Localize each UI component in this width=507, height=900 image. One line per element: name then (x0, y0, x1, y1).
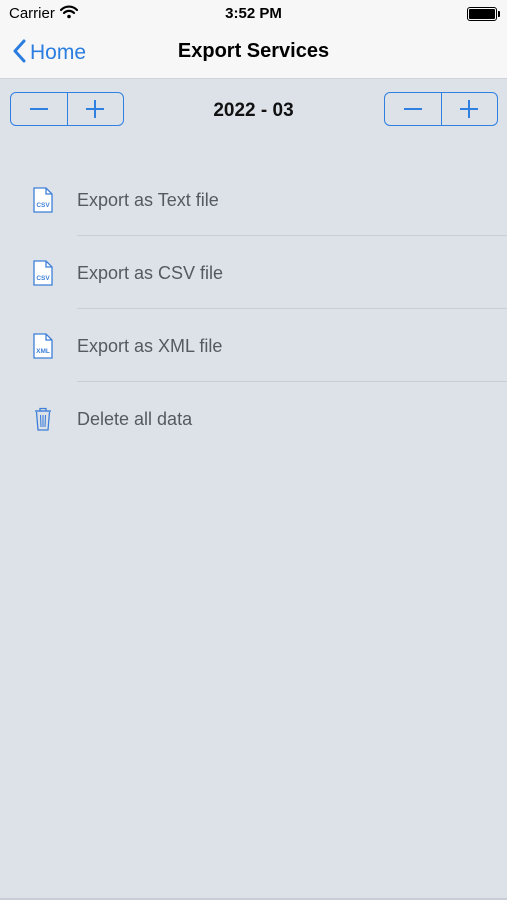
trash-icon (32, 406, 54, 432)
back-button[interactable]: Home (12, 38, 86, 68)
export-xml-item[interactable]: XML Export as XML file (0, 309, 507, 382)
export-csv-item[interactable]: CSV Export as CSV file (0, 236, 507, 309)
csv-file-icon: CSV (32, 260, 54, 286)
export-text-label: Export as Text file (77, 190, 219, 210)
svg-text:CSV: CSV (36, 275, 50, 282)
left-increment-button[interactable] (66, 93, 124, 125)
battery-icon (467, 7, 500, 21)
chevron-left-icon (12, 39, 26, 68)
xml-file-icon: XML (32, 333, 54, 359)
svg-text:XML: XML (36, 348, 50, 355)
plus-icon (460, 100, 479, 118)
right-increment-button[interactable] (440, 93, 498, 125)
export-xml-label: Export as XML file (77, 336, 223, 356)
clock: 3:52 PM (225, 5, 282, 22)
delete-all-data-item[interactable]: Delete all data (0, 382, 507, 455)
svg-text:CSV: CSV (36, 202, 50, 209)
status-bar: Carrier 3:52 PM (0, 0, 507, 28)
export-menu: CSV Export as Text file CSV Export as CS… (0, 163, 507, 455)
navigation-bar: Home Export Services (0, 28, 507, 79)
export-csv-label: Export as CSV file (77, 263, 224, 283)
minus-icon (29, 108, 48, 110)
back-button-label: Home (30, 41, 87, 64)
delete-all-data-label: Delete all data (77, 409, 193, 429)
left-decrement-button[interactable] (11, 93, 67, 125)
minus-icon (403, 108, 422, 110)
right-stepper (384, 92, 498, 126)
left-stepper (10, 92, 124, 126)
csv-file-icon: CSV (32, 187, 54, 213)
plus-icon (86, 100, 105, 118)
export-text-item[interactable]: CSV Export as Text file (0, 163, 507, 236)
right-decrement-button[interactable] (385, 93, 441, 125)
